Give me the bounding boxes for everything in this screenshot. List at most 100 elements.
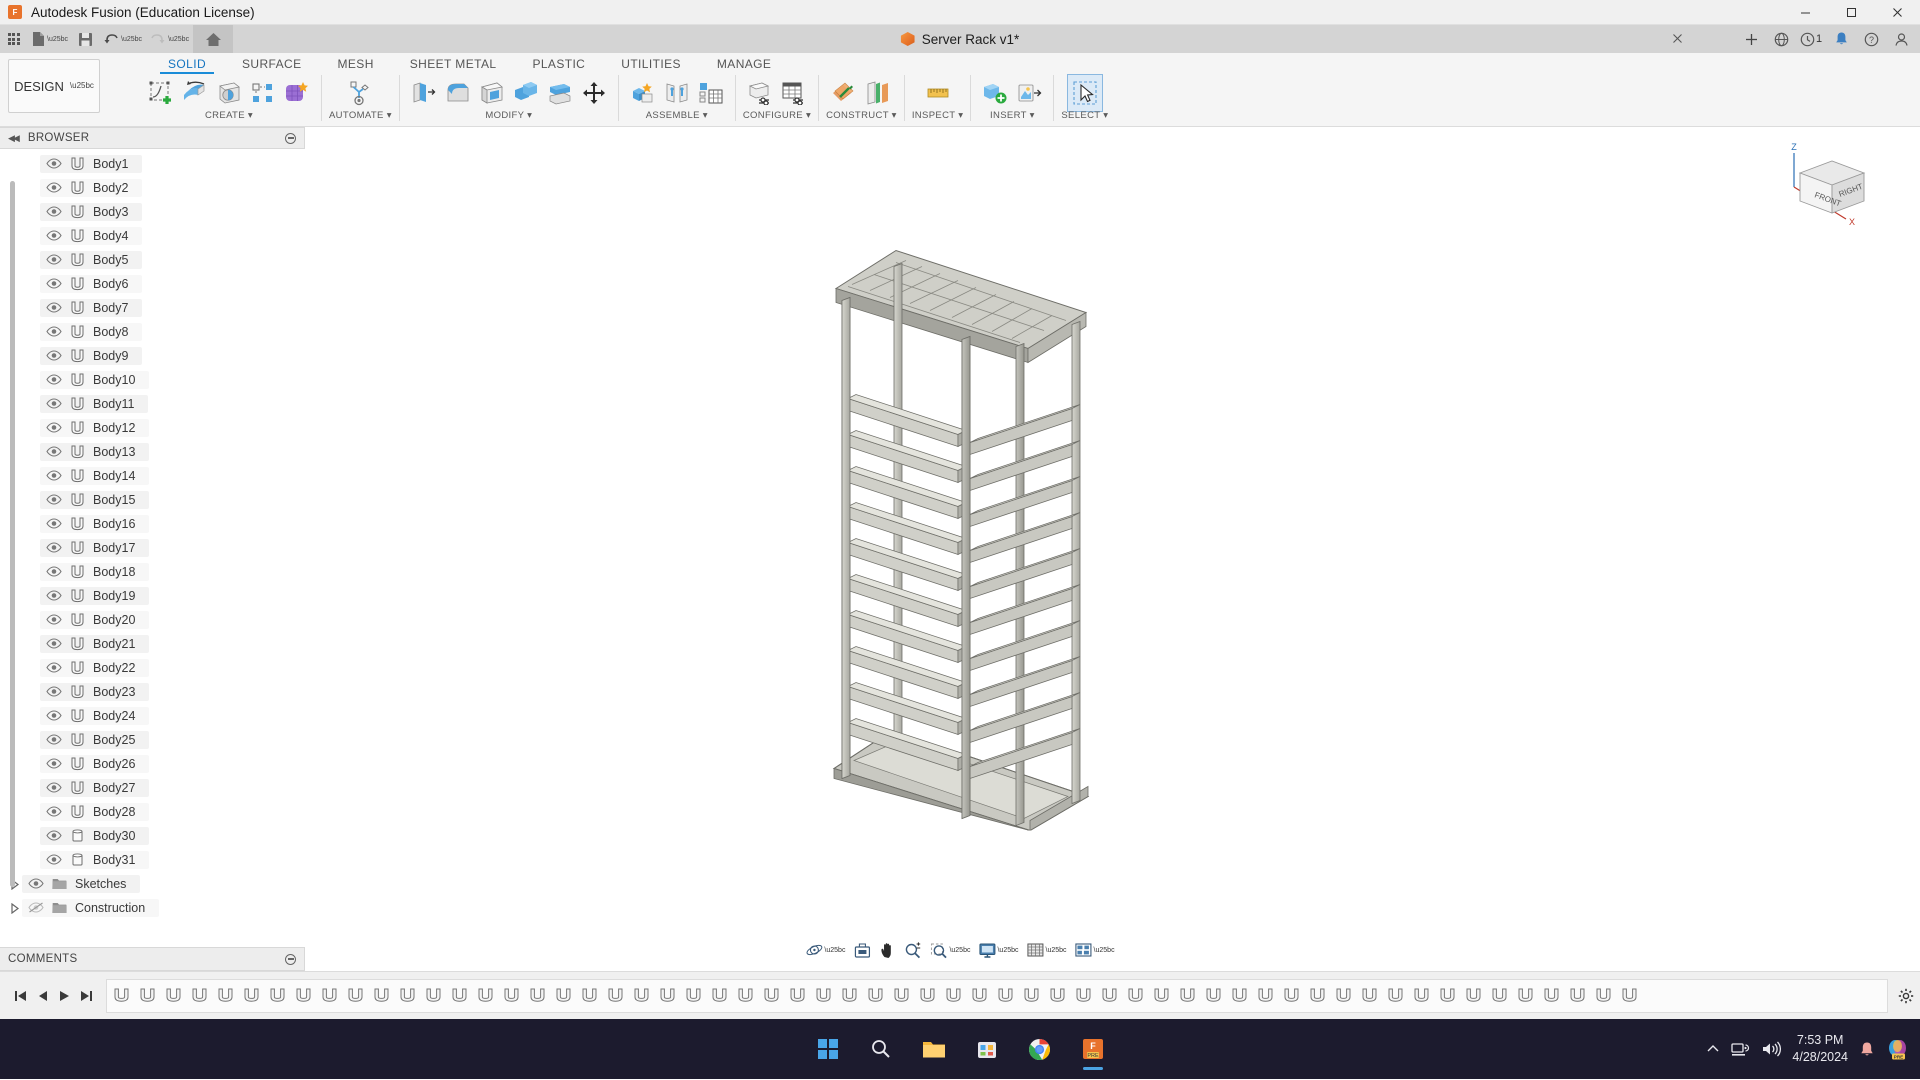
timeline-play-button[interactable] (56, 988, 72, 1004)
minimize-button[interactable] (1782, 0, 1828, 25)
volume-button[interactable] (1762, 1041, 1782, 1057)
store-button[interactable] (965, 1027, 1009, 1071)
timeline-feature[interactable] (1045, 984, 1070, 1008)
tree-node-body7[interactable]: Body7 (0, 296, 305, 320)
tree-node-body23[interactable]: Body23 (0, 680, 305, 704)
comments-options-icon[interactable] (285, 953, 296, 965)
timeline-feature[interactable] (915, 984, 940, 1008)
tab-manage[interactable]: MANAGE (699, 54, 789, 73)
network-button[interactable] (1731, 1041, 1751, 1057)
visibility-toggle[interactable] (28, 878, 44, 890)
move-copy-tool[interactable] (577, 75, 611, 111)
timeline-feature[interactable] (499, 984, 524, 1008)
notification-center-button[interactable] (1859, 1041, 1875, 1058)
timeline-feature[interactable] (1513, 984, 1538, 1008)
timeline-feature[interactable] (1383, 984, 1408, 1008)
timeline-feature[interactable] (551, 984, 576, 1008)
chrome-button[interactable] (1018, 1027, 1062, 1071)
timeline-feature[interactable] (1357, 984, 1382, 1008)
tray-expand-button[interactable] (1706, 1042, 1720, 1056)
maximize-button[interactable] (1828, 0, 1874, 25)
timeline-feature[interactable] (1435, 984, 1460, 1008)
tree-node-body4[interactable]: Body4 (0, 224, 305, 248)
tree-node-body27[interactable]: Body27 (0, 776, 305, 800)
visibility-toggle[interactable] (46, 158, 62, 170)
tree-node-body9[interactable]: Body9 (0, 344, 305, 368)
tree-node-body26[interactable]: Body26 (0, 752, 305, 776)
select-tool[interactable] (1066, 74, 1103, 112)
tree-node-body10[interactable]: Body10 (0, 368, 305, 392)
timeline-feature[interactable] (265, 984, 290, 1008)
redo-button[interactable]: \u25bc (146, 25, 193, 53)
tree-node-body13[interactable]: Body13 (0, 440, 305, 464)
timeline-feature[interactable] (993, 984, 1018, 1008)
visibility-toggle[interactable] (46, 662, 62, 674)
tree-node-body28[interactable]: Body28 (0, 800, 305, 824)
offset-plane-tool[interactable] (827, 75, 861, 111)
timeline-feature[interactable] (837, 984, 862, 1008)
account-button[interactable] (1886, 25, 1916, 53)
timeline-feature[interactable] (1331, 984, 1356, 1008)
tree-node-body2[interactable]: Body2 (0, 176, 305, 200)
timeline-feature[interactable] (1279, 984, 1304, 1008)
tree-node-body8[interactable]: Body8 (0, 320, 305, 344)
tree-node-body17[interactable]: Body17 (0, 536, 305, 560)
timeline-prev-button[interactable] (34, 988, 50, 1004)
visibility-toggle[interactable] (46, 398, 62, 410)
tree-node-body19[interactable]: Body19 (0, 584, 305, 608)
timeline-feature[interactable] (1409, 984, 1434, 1008)
timeline-feature[interactable] (811, 984, 836, 1008)
timeline-feature[interactable] (759, 984, 784, 1008)
timeline-feature[interactable] (187, 984, 212, 1008)
timeline-feature[interactable] (1097, 984, 1122, 1008)
form-tool[interactable] (280, 75, 314, 111)
tree-node-body30[interactable]: Body30 (0, 824, 305, 848)
view-cube[interactable]: Z X FRONT RIGHT (1780, 139, 1880, 239)
visibility-toggle[interactable] (28, 902, 44, 914)
visibility-toggle[interactable] (46, 782, 62, 794)
contact-sets-tool[interactable] (694, 75, 728, 111)
visibility-toggle[interactable] (46, 686, 62, 698)
job-status-button[interactable]: 1 (1796, 25, 1826, 53)
timeline-start-button[interactable] (12, 988, 28, 1004)
tree-folder-sketches[interactable]: Sketches (0, 872, 305, 896)
notifications-button[interactable] (1826, 25, 1856, 53)
tree-node-body6[interactable]: Body6 (0, 272, 305, 296)
timeline-feature[interactable] (1591, 984, 1616, 1008)
timeline-track[interactable] (106, 978, 1888, 1013)
browser-tree[interactable]: Body1 Body2 Body3 Body4 Body5 Body6 Body… (0, 149, 305, 947)
visibility-toggle[interactable] (46, 566, 62, 578)
timeline-feature[interactable] (369, 984, 394, 1008)
visibility-toggle[interactable] (46, 254, 62, 266)
tree-node-body24[interactable]: Body24 (0, 704, 305, 728)
timeline-feature[interactable] (395, 984, 420, 1008)
timeline-feature[interactable] (343, 984, 368, 1008)
visibility-toggle[interactable] (46, 734, 62, 746)
timeline-feature[interactable] (291, 984, 316, 1008)
tab-mesh[interactable]: MESH (320, 54, 392, 73)
timeline-feature[interactable] (1175, 984, 1200, 1008)
timeline-feature[interactable] (889, 984, 914, 1008)
visibility-toggle[interactable] (46, 422, 62, 434)
timeline-settings-button[interactable] (1898, 988, 1914, 1004)
timeline-feature[interactable] (707, 984, 732, 1008)
revolve-tool[interactable] (212, 75, 246, 111)
tree-folder-construction[interactable]: Construction (0, 896, 305, 920)
timeline-end-button[interactable] (78, 988, 94, 1004)
timeline-feature[interactable] (317, 984, 342, 1008)
create-sketch-tool[interactable] (144, 75, 178, 111)
tree-node-body22[interactable]: Body22 (0, 656, 305, 680)
visibility-toggle[interactable] (46, 710, 62, 722)
expand-arrow-icon[interactable] (8, 902, 22, 914)
visibility-toggle[interactable] (46, 830, 62, 842)
shell-tool[interactable] (475, 75, 509, 111)
tab-sheet-metal[interactable]: SHEET METAL (392, 54, 515, 73)
visibility-toggle[interactable] (46, 542, 62, 554)
timeline-feature[interactable] (1019, 984, 1044, 1008)
taskbar-clock[interactable]: 7:53 PM 4/28/2024 (1792, 1032, 1848, 1066)
timeline-feature[interactable] (863, 984, 888, 1008)
split-body-tool[interactable] (543, 75, 577, 111)
timeline-feature[interactable] (629, 984, 654, 1008)
timeline-feature[interactable] (213, 984, 238, 1008)
timeline-feature[interactable] (1201, 984, 1226, 1008)
